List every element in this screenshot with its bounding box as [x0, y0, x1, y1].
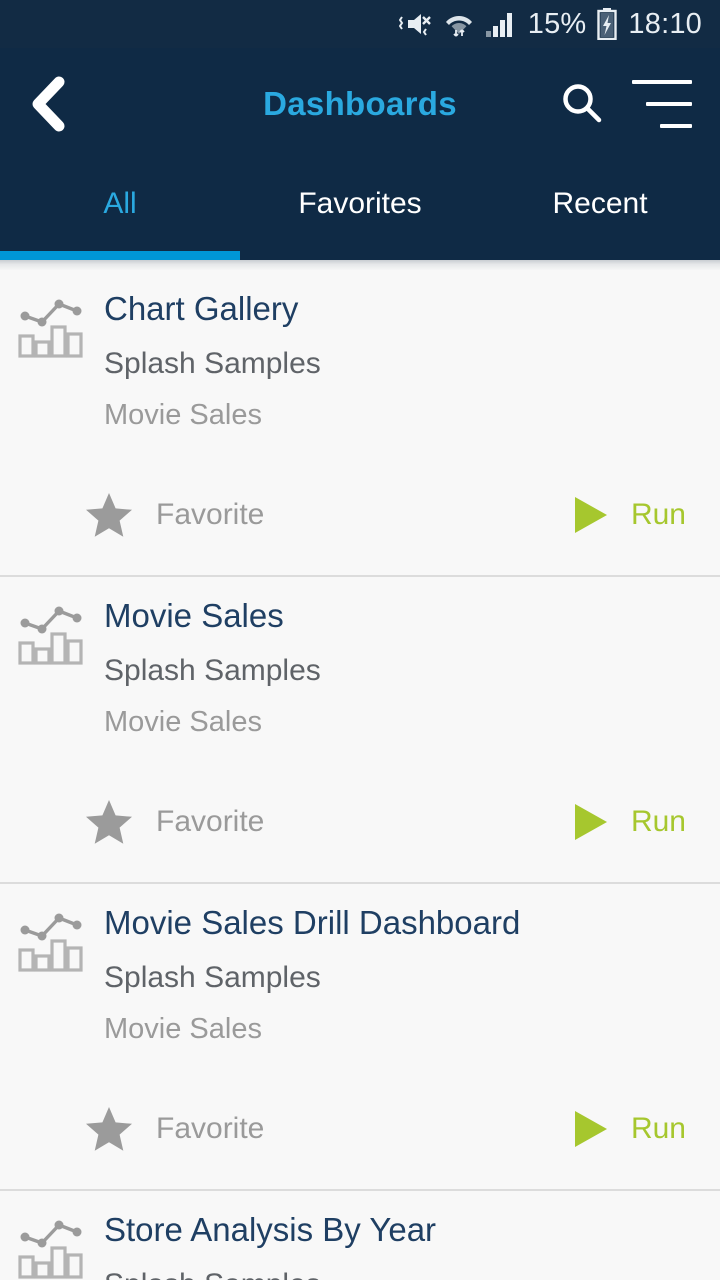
tab-favorites[interactable]: Favorites: [240, 160, 480, 260]
list-item-meta: Movie Sales: [104, 399, 262, 431]
tab-recent[interactable]: Recent: [480, 160, 720, 260]
bar-line-chart-icon: [18, 606, 83, 665]
run-button[interactable]: Run: [571, 494, 686, 536]
hamburger-line-1: [632, 80, 692, 84]
dashboard-list[interactable]: Chart Gallery Splash Samples Movie Sales…: [0, 270, 720, 1280]
list-item-header: Store Analysis By Year Splash Samples: [0, 1209, 720, 1280]
mute-vibrate-icon: [398, 14, 431, 36]
list-item-title: Movie Sales Drill Dashboard: [104, 904, 521, 941]
star-icon: [86, 493, 132, 537]
favorite-label: Favorite: [156, 498, 265, 531]
list-item-header: Movie Sales Splash Samples Movie Sales: [0, 595, 720, 741]
list-item-header: Chart Gallery Splash Samples Movie Sales: [0, 288, 720, 434]
list-item-actions: Favorite Run: [0, 798, 720, 846]
status-bar: 15% 18:10: [0, 0, 720, 48]
play-icon: [574, 1111, 607, 1147]
list-item-header: Movie Sales Drill Dashboard Splash Sampl…: [0, 902, 720, 1048]
favorite-button[interactable]: Favorite: [84, 1105, 264, 1153]
list-item-meta: Movie Sales: [104, 1013, 262, 1045]
bar-line-chart-icon: [18, 299, 83, 358]
signal-icon: [485, 13, 512, 37]
active-tab-indicator: [0, 251, 240, 260]
wifi-icon: [445, 16, 472, 37]
status-bar-icons: 15% 18:10: [398, 7, 702, 40]
play-icon: [574, 497, 607, 533]
favorite-button[interactable]: Favorite: [84, 491, 264, 539]
run-button[interactable]: Run: [571, 1108, 686, 1150]
list-item-texts: Movie Sales Splash Samples Movie Sales: [84, 595, 321, 741]
list-item[interactable]: Chart Gallery Splash Samples Movie Sales…: [0, 270, 720, 577]
list-item[interactable]: Movie Sales Splash Samples Movie Sales F…: [0, 577, 720, 884]
hamburger-line-2: [646, 102, 692, 106]
favorite-label: Favorite: [156, 1112, 265, 1145]
app-bar-actions: [544, 48, 720, 160]
back-button[interactable]: [0, 48, 96, 160]
list-item-actions: Favorite Run: [0, 1105, 720, 1153]
search-icon: [563, 84, 602, 123]
run-label: Run: [630, 498, 686, 531]
list-item-title: Chart Gallery: [104, 290, 299, 327]
hamburger-menu-icon: [632, 80, 692, 128]
battery-charging-icon: [597, 8, 618, 40]
chevron-left-icon: [32, 76, 65, 132]
list-item-texts: Chart Gallery Splash Samples Movie Sales: [84, 288, 321, 434]
battery-percent-label: 15%: [527, 7, 587, 40]
list-item-subtitle: Splash Samples: [104, 1265, 436, 1280]
list-item-actions: Favorite Run: [0, 491, 720, 539]
star-icon: [86, 800, 132, 844]
clock-label: 18:10: [628, 7, 702, 40]
tab-bar-shadow: [0, 260, 720, 270]
app-root: 15% 18:10 Dashboards All Favorites Recen…: [0, 0, 720, 1280]
list-item-meta: Movie Sales: [104, 706, 262, 738]
list-item-texts: Store Analysis By Year Splash Samples: [84, 1209, 436, 1280]
tab-bar: All Favorites Recent: [0, 160, 720, 260]
list-item-subtitle: Splash Samples: [104, 347, 321, 380]
menu-button[interactable]: [624, 48, 700, 160]
star-icon: [86, 1107, 132, 1151]
tab-all[interactable]: All: [0, 160, 240, 260]
list-item-title: Store Analysis By Year: [104, 1211, 437, 1248]
app-bar: Dashboards: [0, 48, 720, 160]
run-label: Run: [630, 805, 686, 838]
run-button[interactable]: Run: [571, 801, 686, 843]
list-item-subtitle: Splash Samples: [104, 961, 321, 994]
run-label: Run: [630, 1112, 686, 1145]
list-item[interactable]: Store Analysis By Year Splash Samples: [0, 1191, 720, 1280]
hamburger-line-3: [660, 124, 692, 128]
list-item-title: Movie Sales: [104, 597, 284, 634]
list-item-texts: Movie Sales Drill Dashboard Splash Sampl…: [84, 902, 520, 1048]
list-item-subtitle: Splash Samples: [104, 654, 321, 687]
favorite-button[interactable]: Favorite: [84, 798, 264, 846]
favorite-label: Favorite: [156, 805, 265, 838]
play-icon: [574, 804, 607, 840]
bar-line-chart-icon: [18, 1220, 83, 1279]
search-button[interactable]: [544, 48, 620, 160]
bar-line-chart-icon: [18, 913, 83, 972]
list-item[interactable]: Movie Sales Drill Dashboard Splash Sampl…: [0, 884, 720, 1191]
